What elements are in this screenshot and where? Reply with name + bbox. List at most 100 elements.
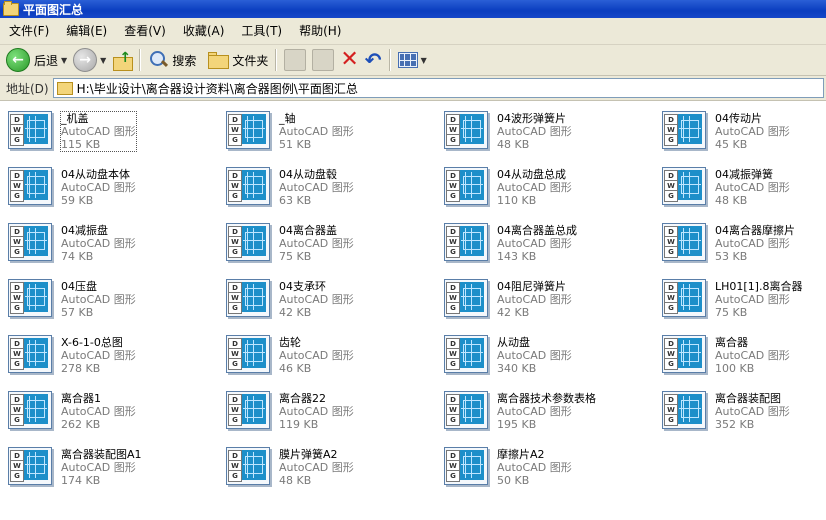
folders-button[interactable]: 文件夹: [205, 47, 271, 73]
file-type: AutoCAD 图形: [715, 181, 790, 194]
file-name: 离合器: [715, 336, 748, 349]
folder-up-icon: ↑: [112, 50, 134, 71]
file-size: 100 KB: [715, 362, 755, 375]
file-size: 46 KB: [279, 362, 312, 375]
title-bar[interactable]: 平面图汇总: [0, 0, 826, 18]
copy-to-button[interactable]: [309, 47, 337, 73]
file-size: 278 KB: [61, 362, 101, 375]
file-item[interactable]: DWG 04减振弹簧 AutoCAD 图形 48 KB: [656, 157, 826, 207]
file-item[interactable]: DWG _机盖 AutoCAD 图形 115 KB: [2, 101, 212, 152]
dwg-file-icon: DWG: [662, 279, 708, 318]
file-item[interactable]: DWG X-6-1-0总图 AutoCAD 图形 278 KB: [2, 325, 212, 375]
file-size: 75 KB: [715, 306, 748, 319]
address-path: H:\毕业设计\离合器设计资料\离合器图例\平面图汇总: [76, 81, 358, 96]
file-item[interactable]: DWG LH01[1].8离合器 AutoCAD 图形 75 KB: [656, 269, 826, 319]
file-name: 04支承环: [279, 280, 326, 293]
dwg-file-icon: DWG: [8, 447, 54, 486]
file-size: 352 KB: [715, 418, 755, 431]
move-to-button[interactable]: [281, 47, 309, 73]
back-button[interactable]: ← 后退 ▼: [3, 47, 70, 73]
menu-file[interactable]: 文件(F): [0, 21, 57, 41]
file-item[interactable]: DWG 04离合器盖总成 AutoCAD 图形 143 KB: [438, 213, 648, 263]
file-item[interactable]: DWG 离合器22 AutoCAD 图形 119 KB: [220, 381, 430, 431]
file-name: 离合器22: [279, 392, 326, 405]
file-size: 48 KB: [497, 138, 530, 151]
up-button[interactable]: ↑: [109, 47, 135, 73]
file-item[interactable]: DWG 04从动盘本体 AutoCAD 图形 59 KB: [2, 157, 212, 207]
file-type: AutoCAD 图形: [497, 237, 572, 250]
file-item[interactable]: DWG 从动盘 AutoCAD 图形 340 KB: [438, 325, 648, 375]
file-size: 115 KB: [61, 138, 101, 151]
file-item[interactable]: DWG _轴 AutoCAD 图形 51 KB: [220, 101, 430, 151]
menu-edit[interactable]: 编辑(E): [57, 21, 115, 41]
menu-view[interactable]: 查看(V): [115, 21, 174, 41]
file-item[interactable]: DWG 04从动盘毂 AutoCAD 图形 63 KB: [220, 157, 430, 207]
file-item[interactable]: DWG 04从动盘总成 AutoCAD 图形 110 KB: [438, 157, 648, 207]
file-item[interactable]: DWG 04支承环 AutoCAD 图形 42 KB: [220, 269, 430, 319]
search-icon: [148, 50, 169, 70]
forward-arrow-icon: →: [73, 48, 98, 72]
delete-button[interactable]: ✕: [337, 47, 361, 73]
file-item[interactable]: DWG 04减振盘 AutoCAD 图形 74 KB: [2, 213, 212, 263]
file-item[interactable]: DWG 齿轮 AutoCAD 图形 46 KB: [220, 325, 430, 375]
dwg-file-icon: DWG: [8, 111, 54, 150]
file-item[interactable]: DWG 膜片弹簧A2 AutoCAD 图形 48 KB: [220, 437, 430, 487]
file-item[interactable]: DWG 04波形弹簧片 AutoCAD 图形 48 KB: [438, 101, 648, 151]
file-type: AutoCAD 图形: [497, 125, 572, 138]
file-size: 59 KB: [61, 194, 94, 207]
file-size: 48 KB: [279, 474, 312, 487]
file-name: 从动盘: [497, 336, 530, 349]
dwg-file-icon: DWG: [444, 167, 490, 206]
file-size: 45 KB: [715, 138, 748, 151]
file-item[interactable]: DWG 04阻尼弹簧片 AutoCAD 图形 42 KB: [438, 269, 648, 319]
search-button[interactable]: 搜索: [145, 47, 199, 73]
file-size: 262 KB: [61, 418, 101, 431]
forward-button[interactable]: → ▼: [70, 47, 109, 73]
file-size: 53 KB: [715, 250, 748, 263]
file-size: 42 KB: [279, 306, 312, 319]
back-label: 后退: [34, 53, 59, 68]
chevron-down-icon[interactable]: ▼: [100, 56, 106, 65]
folder-icon: [56, 81, 73, 95]
file-type: AutoCAD 图形: [715, 293, 790, 306]
file-size: 51 KB: [279, 138, 312, 151]
dwg-file-icon: DWG: [226, 167, 272, 206]
menu-help[interactable]: 帮助(H): [290, 21, 349, 41]
dwg-file-icon: DWG: [662, 223, 708, 262]
file-type: AutoCAD 图形: [61, 461, 136, 474]
chevron-down-icon[interactable]: ▼: [421, 56, 427, 65]
file-item[interactable]: DWG 04压盘 AutoCAD 图形 57 KB: [2, 269, 212, 319]
file-type: AutoCAD 图形: [61, 349, 136, 362]
delete-x-icon: ✕: [340, 47, 359, 72]
file-name: 离合器装配图A1: [61, 448, 142, 461]
menu-favorites[interactable]: 收藏(A): [174, 21, 233, 41]
file-item[interactable]: DWG 04离合器摩擦片 AutoCAD 图形 53 KB: [656, 213, 826, 263]
file-item[interactable]: DWG 离合器1 AutoCAD 图形 262 KB: [2, 381, 212, 431]
file-item[interactable]: DWG 离合器技术参数表格 AutoCAD 图形 195 KB: [438, 381, 648, 431]
dwg-file-icon: DWG: [8, 167, 54, 206]
file-size: 42 KB: [497, 306, 530, 319]
file-list[interactable]: DWG _机盖 AutoCAD 图形 115 KB DWG _轴 AutoCAD 图形…: [0, 101, 826, 520]
file-name: 04波形弹簧片: [497, 112, 566, 125]
file-item[interactable]: DWG 离合器 AutoCAD 图形 100 KB: [656, 325, 826, 375]
views-icon: [397, 52, 418, 68]
file-type: AutoCAD 图形: [61, 181, 136, 194]
file-name: 摩擦片A2: [497, 448, 545, 461]
file-item[interactable]: DWG 离合器装配图A1 AutoCAD 图形 174 KB: [2, 437, 212, 487]
file-type: AutoCAD 图形: [279, 349, 354, 362]
file-item[interactable]: DWG 离合器装配图 AutoCAD 图形 352 KB: [656, 381, 826, 431]
file-size: 74 KB: [61, 250, 94, 263]
file-name: 离合器1: [61, 392, 101, 405]
file-item[interactable]: DWG 04离合器盖 AutoCAD 图形 75 KB: [220, 213, 430, 263]
file-item[interactable]: DWG 摩擦片A2 AutoCAD 图形 50 KB: [438, 437, 648, 487]
menu-tools[interactable]: 工具(T): [232, 21, 290, 41]
chevron-down-icon[interactable]: ▼: [61, 56, 67, 65]
file-item[interactable]: DWG 04传动片 AutoCAD 图形 45 KB: [656, 101, 826, 151]
file-name: 04减振弹簧: [715, 168, 773, 181]
file-name: 04阻尼弹簧片: [497, 280, 566, 293]
file-name: _机盖: [61, 112, 89, 125]
address-input[interactable]: H:\毕业设计\离合器设计资料\离合器图例\平面图汇总: [52, 78, 824, 98]
views-button[interactable]: ▼: [395, 47, 430, 73]
undo-button[interactable]: ↶: [362, 47, 385, 73]
dwg-file-icon: DWG: [662, 335, 708, 374]
